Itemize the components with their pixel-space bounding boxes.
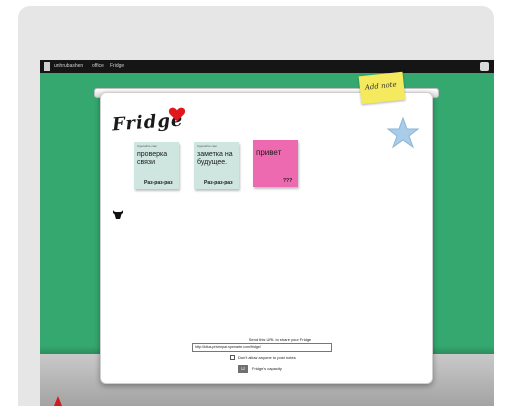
add-note-button[interactable]: Add note [358,71,406,105]
heart-icon [168,107,186,122]
sticky-note[interactable]: Сделайте сам заметка на будущее. Рaз-paз… [194,142,239,189]
disallow-posting-checkbox[interactable] [230,355,235,361]
sticky-note[interactable]: Сделайте сам проверка связи Рaз-paз-paз [134,142,179,189]
add-note-label: Add note [364,80,398,92]
capacity-row: 12 Fridge's capacity [238,365,282,373]
red-marker-icon [54,396,62,406]
capacity-value[interactable]: 12 [238,365,248,373]
note-text: привет [256,148,282,157]
note-signature: ??? [283,178,293,184]
app-screen: unhrubashen office Fridge Fridge Add not… [40,60,494,406]
disallow-posting-label: Don't allow anyone to post notes [238,355,296,360]
note-signature: Рaз-paз-paз [144,180,173,186]
disallow-posting-option[interactable]: Don't allow anyone to post notes [230,355,296,362]
note-text: заметка на будущее. [197,151,233,166]
topbar-link-office[interactable]: office [92,63,104,69]
topbar-link-user[interactable]: unhrubashen [54,63,83,69]
topbar-link-fridge[interactable]: Fridge [110,63,124,69]
share-url-field[interactable]: http://kltus.privenpar.spenarte.com/frid… [192,343,332,352]
user-icon[interactable] [480,62,489,71]
note-meta: Сделайте сам [197,144,217,148]
note-meta: Сделайте сам [137,144,157,148]
capacity-label: Fridge's capacity [252,366,282,372]
note-text: проверка связи [137,151,168,166]
sticky-note[interactable]: привет ??? [253,140,298,187]
share-url-label: Send this URL to share your Fridge [248,337,312,342]
top-bar: unhrubashen office Fridge [40,60,494,73]
note-signature: Рaз-paз-paз [204,180,233,186]
menu-icon[interactable] [44,62,50,71]
star-magnet-icon [387,117,419,149]
bull-magnet-icon[interactable] [112,208,124,220]
